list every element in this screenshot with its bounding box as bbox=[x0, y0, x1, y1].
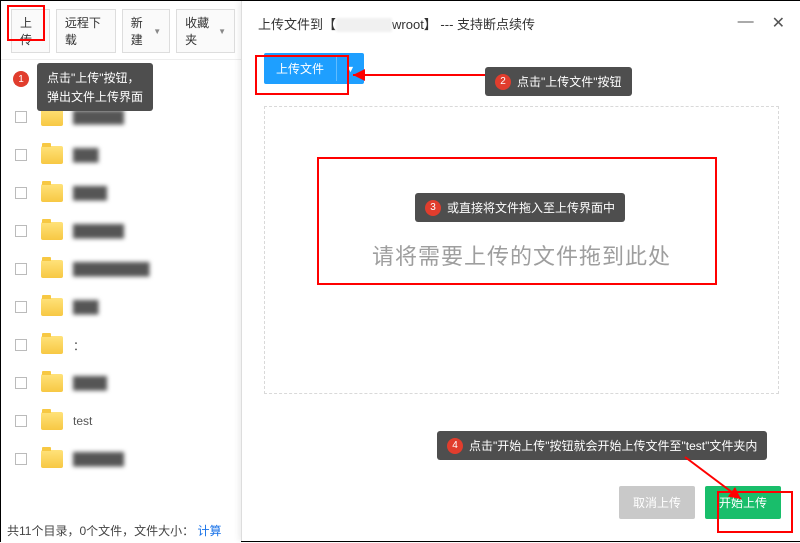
folder-icon bbox=[41, 298, 63, 316]
dialog-header: 上传文件到【 wroot】 --- 支持断点续传 — ✕ bbox=[242, 1, 800, 43]
file-name: ██████ bbox=[73, 224, 124, 238]
annotation-tooltip-3: 3 或直接将文件拖入至上传界面中 bbox=[415, 193, 625, 222]
list-item[interactable]: ███ bbox=[1, 288, 241, 326]
upload-button[interactable]: 上传 bbox=[11, 9, 50, 53]
chevron-down-icon: ▼ bbox=[218, 27, 226, 36]
new-label: 新建 bbox=[131, 14, 151, 48]
dropzone[interactable]: 请将需要上传的文件拖到此处 bbox=[264, 106, 779, 394]
status-text: 共11个目录，0个文件，文件大小： bbox=[7, 524, 194, 538]
file-name: ██████ bbox=[73, 452, 124, 466]
tip2-text: 点击"上传文件"按钮 bbox=[517, 73, 622, 90]
annotation-badge-1: 1 bbox=[13, 71, 29, 87]
toolbar: 上传 远程下载 新建▼ 收藏夹▼ bbox=[1, 1, 241, 60]
list-item[interactable]: test bbox=[1, 402, 241, 440]
annotation-tooltip-4: 4 点击"开始上传"按钮就会开始上传文件至"test"文件夹内 bbox=[437, 431, 767, 460]
close-icon[interactable]: ✕ bbox=[772, 13, 785, 33]
file-list: ████ ██████ ███ ████ ██████ █████████ ██… bbox=[1, 60, 241, 478]
annotation-badge-2: 2 bbox=[495, 74, 511, 90]
checkbox[interactable] bbox=[15, 111, 27, 123]
remote-download-button[interactable]: 远程下载 bbox=[56, 9, 116, 53]
dialog-title: 上传文件到【 wroot】 --- 支持断点续传 bbox=[258, 14, 535, 33]
dialog-footer: 取消上传 开始上传 bbox=[619, 486, 781, 519]
upload-label: 上传 bbox=[20, 14, 41, 48]
folder-icon bbox=[41, 260, 63, 278]
list-item[interactable]: ██████ bbox=[1, 440, 241, 478]
folder-icon bbox=[41, 146, 63, 164]
minimize-icon[interactable]: — bbox=[738, 13, 754, 33]
dropzone-hint: 请将需要上传的文件拖到此处 bbox=[265, 239, 778, 271]
annotation-badge-3: 3 bbox=[425, 200, 441, 216]
cancel-button[interactable]: 取消上传 bbox=[619, 486, 695, 519]
tip3-text: 或直接将文件拖入至上传界面中 bbox=[447, 199, 615, 216]
checkbox[interactable] bbox=[15, 187, 27, 199]
file-name: ██████ bbox=[73, 110, 124, 124]
masked-path bbox=[336, 18, 392, 32]
checkbox[interactable] bbox=[15, 263, 27, 275]
list-item[interactable]: █████████ bbox=[1, 250, 241, 288]
start-upload-button[interactable]: 开始上传 bbox=[705, 486, 781, 519]
tip1-line1: 点击"上传"按钮， bbox=[47, 69, 140, 86]
file-name: █████████ bbox=[73, 262, 150, 276]
checkbox[interactable] bbox=[15, 301, 27, 313]
checkbox[interactable] bbox=[15, 453, 27, 465]
favorites-label: 收藏夹 bbox=[185, 14, 215, 48]
list-item[interactable]: ： bbox=[1, 326, 241, 364]
list-item[interactable]: ████ bbox=[1, 364, 241, 402]
upload-file-label: 上传文件 bbox=[264, 53, 336, 84]
file-name: ███ bbox=[73, 300, 99, 314]
annotation-tooltip-1: 点击"上传"按钮， 弹出文件上传界面 bbox=[37, 63, 153, 111]
title-prefix: 上传文件到【 bbox=[258, 17, 336, 32]
window-controls: — ✕ bbox=[738, 13, 785, 33]
upload-file-button[interactable]: 上传文件 ▼ bbox=[264, 53, 364, 84]
checkbox[interactable] bbox=[15, 149, 27, 161]
checkbox[interactable] bbox=[15, 225, 27, 237]
folder-icon bbox=[41, 184, 63, 202]
checkbox[interactable] bbox=[15, 415, 27, 427]
file-name: ████ bbox=[73, 376, 107, 390]
remote-download-label: 远程下载 bbox=[65, 14, 107, 48]
folder-icon bbox=[41, 222, 63, 240]
tip1-line2: 弹出文件上传界面 bbox=[47, 88, 143, 105]
list-item[interactable]: ████ bbox=[1, 174, 241, 212]
file-name: ███ bbox=[73, 148, 99, 162]
folder-icon bbox=[41, 374, 63, 392]
annotation-badge-4: 4 bbox=[447, 438, 463, 454]
tip4-text: 点击"开始上传"按钮就会开始上传文件至"test"文件夹内 bbox=[469, 437, 757, 454]
file-name: ： bbox=[73, 337, 85, 354]
list-item[interactable]: ██████ bbox=[1, 212, 241, 250]
file-name: ████ bbox=[73, 186, 107, 200]
file-name: test bbox=[73, 414, 92, 428]
folder-icon bbox=[41, 412, 63, 430]
chevron-down-icon: ▼ bbox=[153, 27, 161, 36]
favorites-button[interactable]: 收藏夹▼ bbox=[176, 9, 235, 53]
checkbox[interactable] bbox=[15, 339, 27, 351]
calc-link[interactable]: 计算 bbox=[197, 524, 221, 538]
annotation-tooltip-2: 2 点击"上传文件"按钮 bbox=[485, 67, 632, 96]
folder-icon bbox=[41, 336, 63, 354]
folder-icon bbox=[41, 450, 63, 468]
title-suffix: wroot】 --- 支持断点续传 bbox=[392, 17, 535, 32]
checkbox[interactable] bbox=[15, 377, 27, 389]
status-bar: 共11个目录，0个文件，文件大小： 计算 bbox=[7, 522, 222, 539]
new-button[interactable]: 新建▼ bbox=[122, 9, 170, 53]
chevron-down-icon[interactable]: ▼ bbox=[336, 57, 364, 81]
list-item[interactable]: ███ bbox=[1, 136, 241, 174]
